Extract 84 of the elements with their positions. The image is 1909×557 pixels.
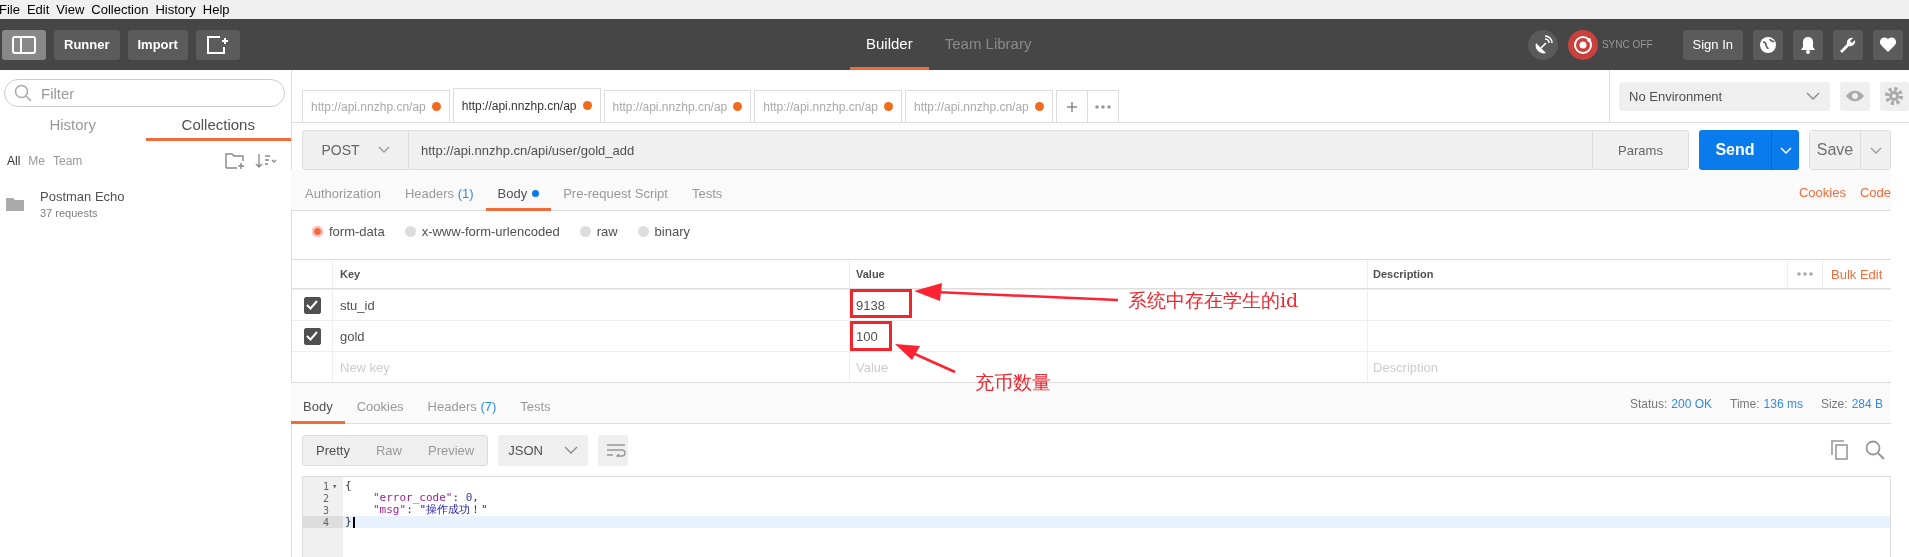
wrap-lines-icon[interactable] <box>598 434 629 466</box>
menu-item[interactable]: Edit <box>26 2 57 17</box>
wrench-icon[interactable] <box>1833 29 1863 60</box>
send-options-button[interactable] <box>1771 130 1799 170</box>
method-dropdown[interactable]: POST <box>302 130 409 170</box>
collection-name: Postman Echo <box>40 189 125 204</box>
sign-in-button[interactable]: Sign In <box>1682 29 1743 60</box>
settings-icon[interactable] <box>1879 81 1909 111</box>
sync-status: SYNC OFF <box>1601 39 1653 50</box>
line-number: 1 <box>322 480 329 492</box>
status-value: 200 OK <box>1671 397 1713 413</box>
params-button[interactable]: Params <box>1592 130 1689 170</box>
copy-icon[interactable] <box>1831 440 1849 460</box>
sort-icon[interactable] <box>255 153 277 169</box>
eye-icon[interactable] <box>1840 81 1870 111</box>
menu-item[interactable]: Collection <box>91 2 156 17</box>
sync-icon[interactable] <box>1567 29 1598 60</box>
body-mode-radio[interactable]: x-www-form-urlencoded <box>404 223 560 239</box>
body-mode-radio[interactable]: binary <box>637 223 690 239</box>
search-icon <box>14 84 32 102</box>
menu-item[interactable]: Help <box>202 2 237 17</box>
row-checkbox[interactable] <box>303 327 321 345</box>
line-number: 3 <box>322 504 329 516</box>
key-cell[interactable]: stu_id <box>332 290 849 320</box>
annotation-text: 系统中存在学生的id <box>1128 288 1299 313</box>
view-tab[interactable]: Pretty <box>303 435 363 465</box>
status-label: Size: <box>1820 397 1848 413</box>
sidebar-toggle-button[interactable] <box>2 29 46 60</box>
line-number: 2 <box>322 492 329 504</box>
sidebar-tab[interactable]: Collections <box>145 111 291 141</box>
line-number: 4 <box>322 516 329 528</box>
column-header: Key <box>332 260 849 288</box>
search-icon[interactable] <box>1865 440 1885 460</box>
response-tab[interactable]: Body <box>291 391 345 424</box>
format-dropdown[interactable]: JSON <box>498 434 589 466</box>
folder-icon <box>6 197 24 211</box>
key-cell[interactable]: gold <box>332 321 849 351</box>
chevron-down-icon <box>564 446 579 454</box>
new-window-button[interactable] <box>195 29 240 60</box>
body-mode-radio[interactable]: form-data <box>312 223 385 239</box>
sidebar-icon <box>12 35 36 54</box>
column-header: Description <box>1367 260 1787 288</box>
new-window-icon <box>205 34 230 55</box>
new-folder-icon[interactable] <box>225 152 247 170</box>
code-line: { <box>345 480 352 492</box>
row-checkbox[interactable] <box>303 296 321 314</box>
chevron-down-icon <box>377 146 390 154</box>
value-cell[interactable]: 9138 <box>856 297 885 313</box>
status-label: Time: <box>1730 397 1760 413</box>
code-line: "error_code": 0, <box>372 492 479 504</box>
nav-tab[interactable]: Builder <box>850 19 929 70</box>
menu-item[interactable]: View <box>56 2 92 17</box>
code-line: "msg": "操作成功！" <box>372 504 488 516</box>
globe-icon[interactable] <box>1753 29 1783 60</box>
request-count: 37 requests <box>40 207 99 219</box>
request-section-tab[interactable]: Body <box>485 178 552 211</box>
url-field[interactable]: http://api.nnzhp.cn/api/user/gold_add <box>409 130 1592 170</box>
save-button[interactable]: Save <box>1810 131 1860 169</box>
menu-item[interactable]: History <box>155 2 203 17</box>
owner-filter[interactable]: All <box>7 154 21 168</box>
body-mode-radio[interactable]: raw <box>579 223 618 239</box>
chevron-down-icon <box>1806 92 1821 100</box>
chevron-down-icon <box>1869 146 1882 155</box>
request-tab[interactable]: http://api.nnzhp.cn/ap <box>452 88 601 122</box>
annotation-arrow <box>895 344 956 374</box>
chevron-down-icon <box>1779 146 1792 155</box>
filter-field[interactable]: Filter <box>4 79 285 107</box>
code-line: } <box>345 516 355 528</box>
toolbar-button[interactable]: Import <box>127 29 188 60</box>
annotation-text: 充币数量 <box>975 370 1051 395</box>
value-cell[interactable]: 100 <box>856 328 878 344</box>
fold-caret[interactable]: ▾ <box>332 481 338 491</box>
menu-item[interactable]: File <box>0 2 27 17</box>
sidebar-list-item[interactable]: Postman Echo 37 requests <box>0 181 291 227</box>
toolbar-button[interactable]: Runner <box>54 29 120 60</box>
environment-dropdown[interactable]: No Environment <box>1619 81 1831 111</box>
bell-icon[interactable] <box>1793 29 1823 60</box>
status-value: 284 B <box>1851 397 1883 413</box>
status-label: Status: <box>1629 397 1668 413</box>
send-button[interactable]: Send <box>1699 130 1771 170</box>
response-tab[interactable]: Headers (7) <box>415 391 509 424</box>
status-value: 136 ms <box>1763 397 1803 413</box>
satellite-icon[interactable] <box>1527 29 1558 60</box>
more-icon[interactable] <box>1797 272 1813 276</box>
